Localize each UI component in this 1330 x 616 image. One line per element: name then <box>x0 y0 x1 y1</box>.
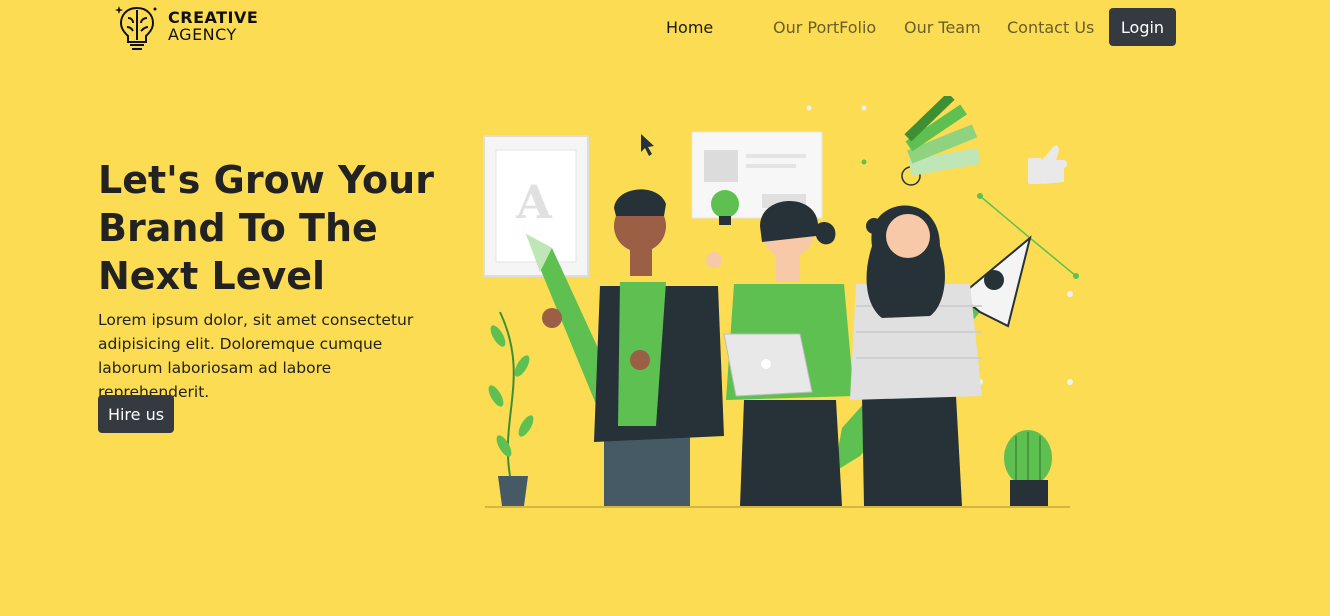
main-nav: Home Our PortFolio Our Team Contact Us L… <box>0 8 1330 46</box>
hero-description: Lorem ipsum dolor, sit amet consectetur … <box>98 311 414 401</box>
hire-us-button[interactable]: Hire us <box>98 395 174 433</box>
hero-title-line-3: Next Level <box>98 254 326 298</box>
frame-letter: A <box>515 175 553 229</box>
nav-item-team[interactable]: Our Team <box>904 18 981 37</box>
lightbulb-icon <box>711 190 739 225</box>
navbar: CREATIVE AGENCY Home Our PortFolio Our T… <box>0 0 1330 56</box>
color-swatch-icon <box>901 96 981 186</box>
plant-pot-icon <box>488 311 534 506</box>
nav-item-contact[interactable]: Contact Us <box>1007 18 1094 37</box>
hero-title-line-2: Brand To The <box>98 206 378 250</box>
team-illustration: A <box>483 96 1079 508</box>
login-button[interactable]: Login <box>1109 8 1176 46</box>
hero-title: Let's Grow Your Brand To The Next Level <box>98 156 458 300</box>
cursor-icon <box>641 134 654 156</box>
woman-figure-1 <box>723 200 854 506</box>
cactus-pot-icon <box>1004 430 1052 506</box>
nav-item-portfolio[interactable]: Our PortFolio <box>773 18 876 37</box>
hero-title-line-1: Let's Grow Your <box>98 158 434 202</box>
nav-item-home[interactable]: Home <box>666 18 713 37</box>
bezier-curve-icon <box>977 193 1079 279</box>
woman-figure-2 <box>850 205 982 506</box>
thumbs-up-icon <box>1028 145 1067 184</box>
